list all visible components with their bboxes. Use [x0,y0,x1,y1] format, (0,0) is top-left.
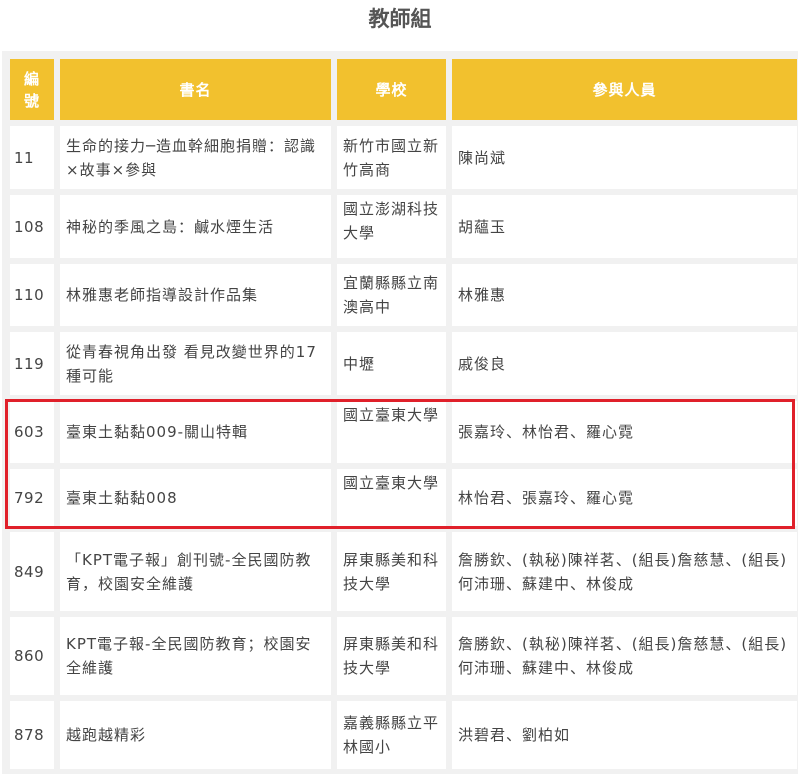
row-school: 屏東縣美和科技大學 [337,532,446,611]
row-members: 林怡君、張嘉玲、羅心霓 [452,469,797,526]
row-book: 生命的接力─造血幹細胞捐贈：認識×故事×參與 [60,126,331,189]
row-number: 860 [10,617,54,695]
row-members: 陳尚斌 [452,126,797,189]
teacher-table: 編 號 書名 學校 參與人員 11 生命的接力─造血幹細胞捐贈：認識×故事×參與… [2,51,798,774]
row-number: 11 [10,126,54,189]
table-row: 108 神秘的季風之島：鹹水煙生活 國立澎湖科技大學 胡蘊玉 [2,195,798,258]
header-number-line1: 編 [23,69,40,88]
row-book: 越跑越精彩 [60,701,331,769]
row-school: 中壢 [337,332,446,395]
page-title: 教師組 [368,7,432,31]
row-number: 849 [10,532,54,611]
row-members: 詹勝欽、(執秘)陳祥茗、(組長)詹慈慧、(組長)何沛珊、蘇建中、林俊成 [452,617,797,695]
table-row: 792 臺東土黏黏008 國立臺東大學 林怡君、張嘉玲、羅心霓 [2,469,798,526]
table-row: 878 越跑越精彩 嘉義縣縣立平林國小 洪碧君、劉柏如 [2,701,798,769]
row-members: 林雅惠 [452,264,797,326]
row-number: 110 [10,264,54,326]
table-header-row: 編 號 書名 學校 參與人員 [2,59,798,120]
table-row: 11 生命的接力─造血幹細胞捐贈：認識×故事×參與 新竹市國立新竹高商 陳尚斌 [2,126,798,189]
row-members: 洪碧君、劉柏如 [452,701,797,769]
table-row: 603 臺東土黏黏009-關山特輯 國立臺東大學 張嘉玲、林怡君、羅心霓 [2,401,798,463]
row-number: 119 [10,332,54,395]
table-row: 110 林雅惠老師指導設計作品集 宜蘭縣縣立南澳高中 林雅惠 [2,264,798,326]
header-number: 編 號 [10,59,54,120]
row-school: 嘉義縣縣立平林國小 [337,701,446,769]
header-number-line2: 號 [23,91,40,110]
row-school: 國立臺東大學 [337,469,446,526]
row-book: 臺東土黏黏008 [60,469,331,526]
row-book: 林雅惠老師指導設計作品集 [60,264,331,326]
row-book: 「KPT電子報」創刊號-全民國防教育，校園安全維護 [60,532,331,611]
row-book: 從青春視角出發 看見改變世界的17種可能 [60,332,331,395]
row-book: 臺東土黏黏009-關山特輯 [60,401,331,463]
row-school: 屏東縣美和科技大學 [337,617,446,695]
row-school: 新竹市國立新竹高商 [337,126,446,189]
row-members: 張嘉玲、林怡君、羅心霓 [452,401,797,463]
header-members: 參與人員 [452,59,797,120]
row-book: 神秘的季風之島：鹹水煙生活 [60,195,331,258]
table-row: 849 「KPT電子報」創刊號-全民國防教育，校園安全維護 屏東縣美和科技大學 … [2,532,798,611]
row-school: 宜蘭縣縣立南澳高中 [337,264,446,326]
table-row: 119 從青春視角出發 看見改變世界的17種可能 中壢 戚俊良 [2,332,798,395]
row-members: 戚俊良 [452,332,797,395]
row-members: 詹勝欽、(執秘)陳祥茗、(組長)詹慈慧、(組長)何沛珊、蘇建中、林俊成 [452,532,797,611]
row-number: 603 [10,401,54,463]
row-number: 878 [10,701,54,769]
row-number: 792 [10,469,54,526]
table-row: 860 KPT電子報-全民國防教育；校園安全維護 屏東縣美和科技大學 詹勝欽、(… [2,617,798,695]
row-members: 胡蘊玉 [452,195,797,258]
row-school: 國立澎湖科技大學 [337,195,446,258]
header-school: 學校 [337,59,446,120]
header-book: 書名 [60,59,331,120]
row-school: 國立臺東大學 [337,401,446,463]
row-book: KPT電子報-全民國防教育；校園安全維護 [60,617,331,695]
row-number: 108 [10,195,54,258]
